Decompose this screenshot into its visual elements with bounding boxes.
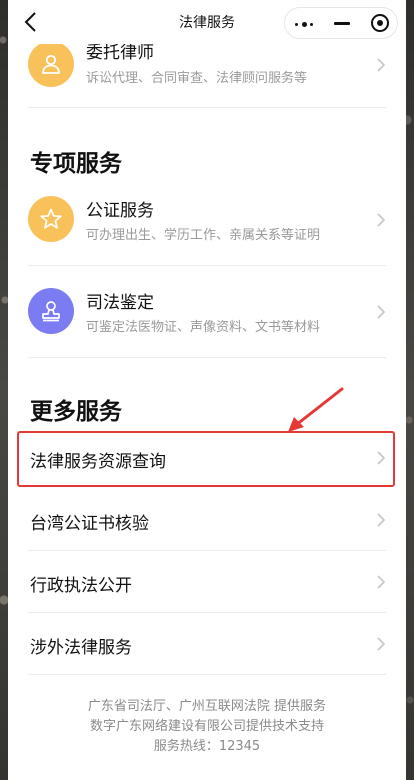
star-icon (28, 196, 74, 242)
item-title: 司法鉴定 (86, 293, 154, 313)
divider (28, 674, 386, 675)
divider (28, 357, 386, 358)
mini-program-capsule (284, 7, 398, 39)
more-item-label: 涉外法律服务 (30, 638, 132, 658)
close-target-icon[interactable] (361, 8, 399, 38)
more-item-legal-resource-query[interactable]: 法律服务资源查询 (8, 427, 406, 489)
more-item-label: 台湾公证书核验 (30, 514, 149, 534)
more-item-foreign-legal-service[interactable]: 涉外法律服务 (8, 613, 406, 675)
navbar: 法律服务 (8, 0, 406, 44)
footer-provider-line: 广东省司法厅、广州互联网法院 提供服务 (87, 699, 327, 714)
item-description: 可鉴定法医物证、声像资料、文书等材料 (86, 320, 321, 335)
more-item-label: 行政执法公开 (30, 576, 132, 596)
footer: 广东省司法厅、广州互联网法院 提供服务 数字广东网络建设有限公司提供技术支持 服… (8, 697, 406, 757)
minimize-icon[interactable] (323, 8, 361, 38)
chevron-right-icon (377, 451, 386, 465)
person-icon (28, 41, 74, 87)
section-title-special: 专项服务 (30, 151, 122, 177)
chevron-right-icon (377, 58, 386, 72)
chevron-right-icon (377, 637, 386, 651)
more-item-taiwan-notary-verify[interactable]: 台湾公证书核验 (8, 489, 406, 551)
item-description: 可办理出生、学历工作、亲属关系等证明 (86, 228, 321, 243)
more-dots-icon[interactable] (285, 8, 323, 38)
chevron-right-icon (377, 513, 386, 527)
section-title-more: 更多服务 (30, 399, 122, 425)
item-description: 诉讼代理、合同审查、法律顾问服务等 (86, 71, 308, 86)
service-item-judicial-appraisal[interactable]: 司法鉴定 可鉴定法医物证、声像资料、文书等材料 (8, 266, 406, 358)
more-item-admin-enforcement-public[interactable]: 行政执法公开 (8, 551, 406, 613)
more-item-label: 法律服务资源查询 (30, 452, 166, 472)
chevron-right-icon (377, 213, 386, 227)
app-panel: 委托律师 诉讼代理、合同审查、法律顾问服务等 专项服务 公证服务 可办理出生、学… (8, 0, 406, 780)
chevron-right-icon (377, 575, 386, 589)
stamp-icon (28, 288, 74, 334)
footer-tech-support-line: 数字广东网络建设有限公司提供技术支持 (89, 719, 324, 734)
chevron-right-icon (377, 305, 386, 319)
service-item-notary[interactable]: 公证服务 可办理出生、学历工作、亲属关系等证明 (8, 174, 406, 266)
footer-hotline: 服务热线：12345 (153, 739, 261, 754)
divider (28, 107, 386, 108)
item-title: 公证服务 (86, 201, 154, 221)
